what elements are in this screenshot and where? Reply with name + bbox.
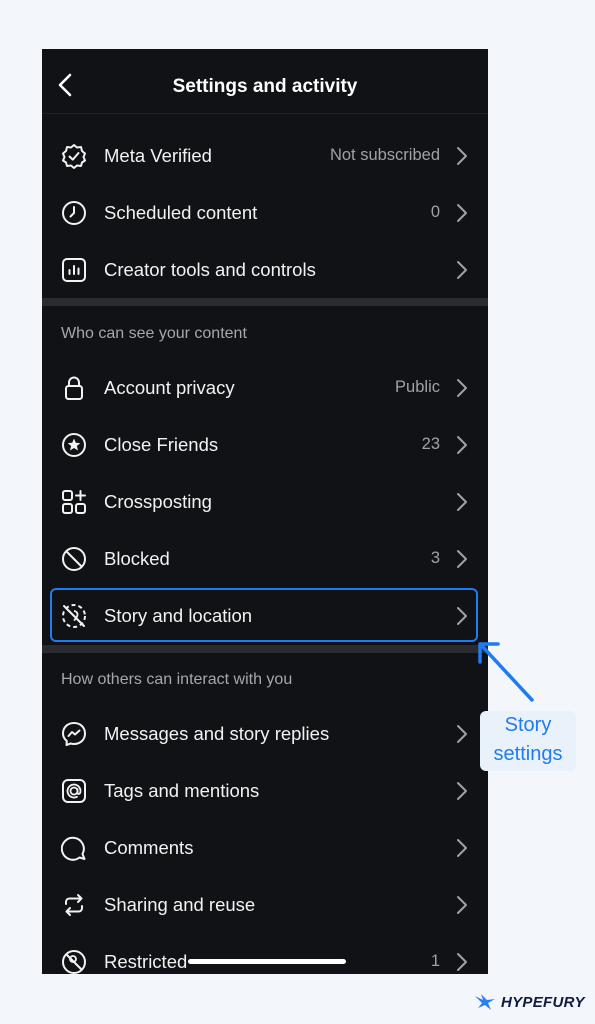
- header-divider: [42, 113, 488, 114]
- settings-item-label: Meta Verified: [104, 145, 212, 166]
- star-circle-icon: [62, 433, 86, 457]
- settings-item-restricted[interactable]: Restricted 1: [42, 933, 488, 974]
- settings-item-label: Crossposting: [104, 491, 212, 512]
- settings-item-blocked[interactable]: Blocked 3: [42, 530, 488, 587]
- settings-item-value: 23: [421, 435, 440, 453]
- callout-line-2: settings: [493, 743, 563, 765]
- at-sign-icon: [62, 779, 86, 803]
- restricted-icon: [62, 950, 86, 974]
- settings-item-label: Scheduled content: [104, 202, 258, 223]
- hypefury-logo-icon: [475, 994, 495, 1010]
- section-gap: [42, 645, 488, 653]
- settings-item-tags-mentions[interactable]: Tags and mentions: [42, 762, 488, 819]
- settings-screen: Settings and activity Meta Verified Not …: [42, 49, 488, 974]
- story-location-highlight-box: [50, 588, 478, 642]
- settings-item-scheduled-content[interactable]: Scheduled content 0: [42, 184, 488, 241]
- settings-item-crossposting[interactable]: Crossposting: [42, 473, 488, 530]
- settings-item-comments[interactable]: Comments: [42, 819, 488, 876]
- chevron-right-icon: [457, 550, 467, 568]
- settings-item-value: 3: [430, 549, 440, 567]
- settings-item-messages[interactable]: Messages and story replies: [42, 705, 488, 762]
- chevron-right-icon: [457, 725, 467, 743]
- hypefury-brand: HYPEFURY: [474, 990, 585, 1014]
- chevron-right-icon: [457, 493, 467, 511]
- chevron-right-icon: [457, 839, 467, 857]
- chevron-right-icon: [457, 953, 467, 971]
- settings-item-meta-verified[interactable]: Meta Verified Not subscribed: [42, 127, 488, 184]
- callout-line-1: Story: [504, 714, 552, 736]
- settings-item-label: Sharing and reuse: [104, 894, 256, 915]
- settings-item-value: Public: [395, 378, 440, 396]
- settings-item-close-friends[interactable]: Close Friends 23: [42, 416, 488, 473]
- chevron-right-icon: [457, 782, 467, 800]
- story-settings-callout: Story settings: [480, 711, 576, 771]
- chevron-right-icon: [457, 204, 467, 222]
- grid-plus-icon: [62, 490, 86, 514]
- settings-item-label: Tags and mentions: [104, 780, 260, 801]
- clock-icon: [62, 201, 86, 225]
- settings-item-creator-tools[interactable]: Creator tools and controls: [42, 241, 488, 298]
- chevron-right-icon: [457, 896, 467, 914]
- settings-item-label: Restricted: [104, 951, 188, 972]
- repost-icon: [65, 894, 83, 916]
- settings-item-value: Not subscribed: [329, 146, 440, 164]
- settings-item-value: 1: [430, 952, 440, 970]
- chevron-right-icon: [457, 436, 467, 454]
- verified-badge-icon: [62, 144, 86, 169]
- settings-item-label: Creator tools and controls: [104, 259, 316, 280]
- settings-item-sharing-reuse[interactable]: Sharing and reuse: [42, 876, 488, 933]
- settings-item-label: Messages and story replies: [104, 723, 330, 744]
- settings-item-label: Account privacy: [104, 377, 235, 398]
- comment-bubble-icon: [61, 836, 86, 861]
- home-indicator: [188, 959, 346, 964]
- annotation-arrow: [478, 642, 534, 702]
- settings-item-account-privacy[interactable]: Account privacy Public: [42, 359, 488, 416]
- lock-icon: [65, 376, 83, 400]
- chevron-right-icon: [457, 147, 467, 165]
- page-title: Settings and activity: [172, 76, 358, 97]
- section-title-visibility: Who can see your content: [61, 325, 247, 342]
- section-gap: [42, 298, 488, 306]
- section-title-interaction: How others can interact with you: [61, 671, 293, 688]
- header-bar: Settings and activity: [42, 49, 488, 113]
- chart-bars-icon: [62, 258, 86, 282]
- settings-item-label: Comments: [104, 837, 194, 858]
- chevron-right-icon: [457, 261, 467, 279]
- brand-name: HYPEFURY: [501, 993, 585, 1011]
- chevron-right-icon: [457, 379, 467, 397]
- settings-item-label: Close Friends: [104, 434, 219, 455]
- messenger-icon: [62, 722, 86, 746]
- settings-item-label: Blocked: [104, 548, 170, 569]
- block-icon: [62, 547, 86, 571]
- settings-item-value: 0: [430, 203, 440, 221]
